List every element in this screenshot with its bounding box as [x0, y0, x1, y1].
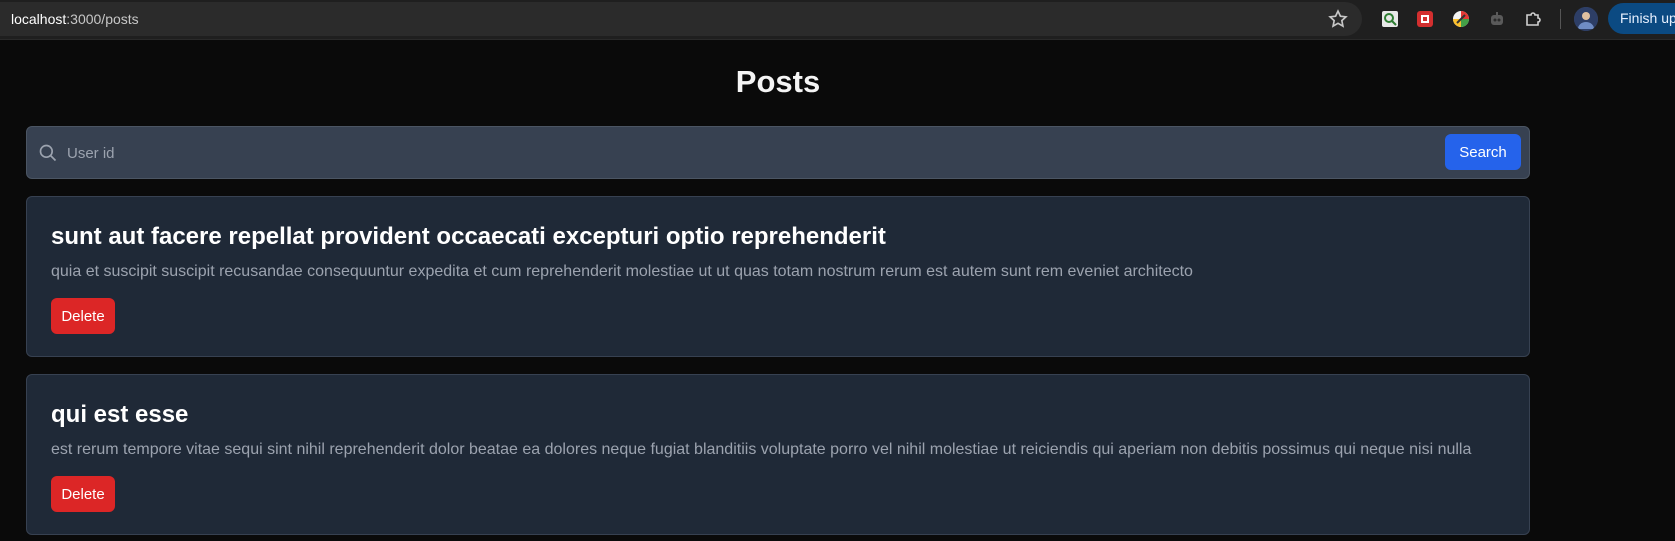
- address-bar[interactable]: localhost:3000/posts: [0, 2, 1362, 36]
- magnifier-extension-icon[interactable]: [1379, 8, 1401, 30]
- puzzle-extensions-icon[interactable]: [1522, 8, 1544, 30]
- post-title: sunt aut facere repellat provident occae…: [51, 223, 886, 250]
- post-body: quia et suscipit suscipit recusandae con…: [51, 263, 1193, 280]
- search-bar: Search: [26, 126, 1530, 179]
- url-host: localhost: [11, 11, 67, 27]
- delete-button[interactable]: Delete: [51, 298, 115, 334]
- page-title: Posts: [735, 64, 821, 99]
- red-extension-icon[interactable]: [1414, 8, 1436, 30]
- post-title: qui est esse: [51, 401, 189, 428]
- toolbar-divider: [1560, 9, 1561, 29]
- search-button[interactable]: Search: [1445, 134, 1521, 170]
- post-body: est rerum tempore vitae sequi sint nihil…: [51, 441, 1472, 458]
- colorful-extension-icon[interactable]: [1450, 8, 1472, 30]
- star-icon[interactable]: [1328, 9, 1348, 29]
- user-id-input[interactable]: [67, 135, 1457, 171]
- profile-avatar[interactable]: [1574, 7, 1598, 31]
- browser-toolbar: localhost:3000/posts Finish up: [0, 0, 1675, 40]
- url-path: :3000/posts: [66, 11, 139, 27]
- url-text[interactable]: localhost:3000/posts: [11, 11, 139, 27]
- finish-up-button[interactable]: Finish up: [1608, 3, 1675, 34]
- delete-button[interactable]: Delete: [51, 476, 115, 512]
- robot-extension-icon[interactable]: [1486, 8, 1508, 30]
- search-icon: [39, 144, 57, 162]
- post-card: qui est esse est rerum tempore vitae seq…: [26, 374, 1530, 535]
- post-card: sunt aut facere repellat provident occae…: [26, 196, 1530, 357]
